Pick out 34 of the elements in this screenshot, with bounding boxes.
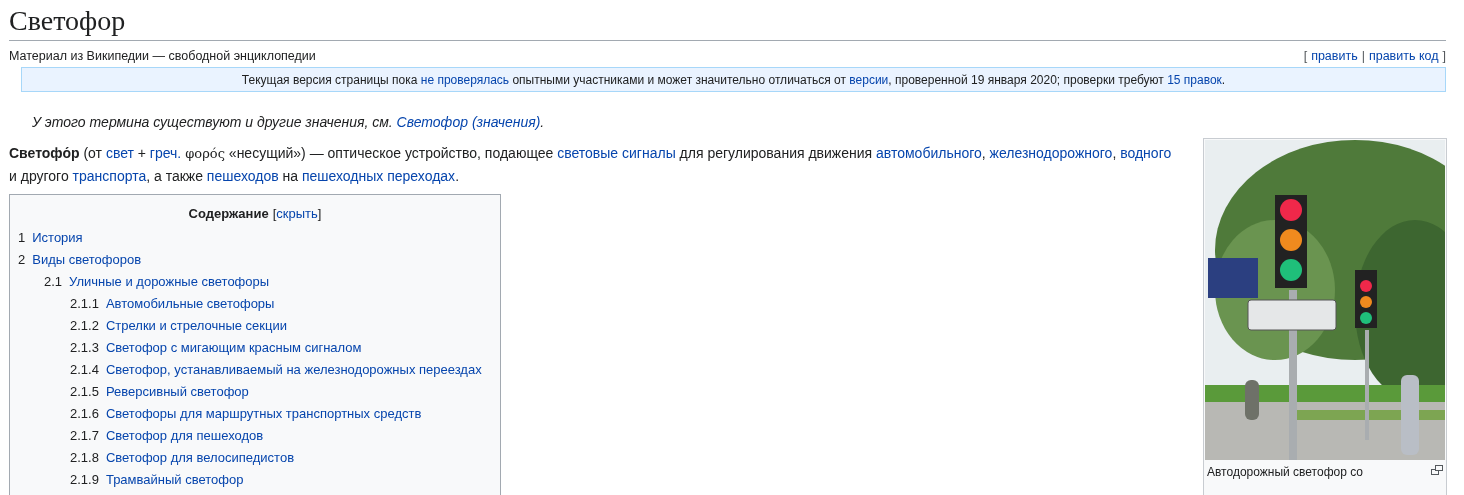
toc-item[interactable]: 1 История bbox=[18, 226, 492, 249]
toc-item[interactable]: 2.1 Уличные и дорожные светофоры bbox=[44, 270, 492, 293]
page-title: Светофор bbox=[9, 0, 1446, 41]
toc-item[interactable]: 2.1.8 Светофор для велосипедистов bbox=[70, 446, 492, 469]
article-link[interactable]: водного bbox=[1120, 145, 1172, 161]
toc-item[interactable]: 2.1.4 Светофор, устанавливаемый на железнодорожных переездах bbox=[70, 358, 492, 381]
toc-item[interactable]: 2.1.9 Трамвайный светофор bbox=[70, 468, 492, 491]
article-link[interactable]: автомобильного bbox=[876, 145, 982, 161]
notice-link[interactable]: 15 правок bbox=[1167, 72, 1222, 87]
hatnote-link[interactable]: Светофор (значения) bbox=[396, 114, 541, 130]
figure-caption: Автодорожный светофор со bbox=[1207, 464, 1363, 481]
edit-link[interactable]: править код bbox=[1368, 48, 1439, 64]
article-link[interactable]: греч. bbox=[149, 145, 182, 161]
notice-link[interactable]: не проверялась bbox=[420, 72, 510, 87]
hide-link[interactable]: скрыть bbox=[276, 204, 318, 224]
toc-item[interactable]: 2.1.1 Автомобильные светофоры bbox=[70, 292, 492, 315]
edit-links: [ править | править код ] bbox=[1303, 48, 1446, 64]
toc-item[interactable]: 2.1.5 Реверсивный светофор bbox=[70, 380, 492, 403]
toc-heading: Содержание bbox=[188, 205, 269, 223]
article-link[interactable]: световые сигналы bbox=[557, 145, 676, 161]
toc-item[interactable]: 2 Виды светофоров bbox=[18, 248, 492, 271]
page-subtitle: Материал из Википедии — свободной энциклопедии bbox=[9, 48, 316, 64]
toc-toggle: [скрыть] bbox=[272, 204, 322, 224]
edit-link[interactable]: править bbox=[1311, 48, 1358, 64]
toc-item[interactable]: 2.1.3 Светофор с мигающим красным сигналом bbox=[70, 336, 492, 359]
enlarge-icon[interactable] bbox=[1431, 465, 1443, 475]
toc-item[interactable]: 2.1.2 Стрелки и стрелочные секции bbox=[70, 314, 492, 337]
toc-item[interactable]: 2.1.6 Светофоры для маршрутных транспортных средств bbox=[70, 402, 492, 425]
toc-item[interactable]: 2.1.7 Светофор для пешеходов bbox=[70, 424, 492, 447]
hatnote: У этого термина существуют и другие значения, см. Светофор (значения). bbox=[32, 113, 546, 132]
article-link[interactable]: пешеходов bbox=[206, 168, 279, 184]
intro-paragraph: Светофо́р (от свет + греч. φορός «несущий») — оптическое устройство, подающее световые сигналы для регулирования движения автомобильного, железнодорожного, водного и другого транспорта, а также пешеходов на пешеходных переходах. bbox=[9, 144, 1173, 186]
article-link[interactable]: свет bbox=[105, 145, 134, 161]
notice-text: Текущая версия страницы пока не проверялась опытными участниками и может значительно отличаться от версии, проверенной 19 января 2020; проверки требуют 15 правок. bbox=[241, 71, 1226, 89]
